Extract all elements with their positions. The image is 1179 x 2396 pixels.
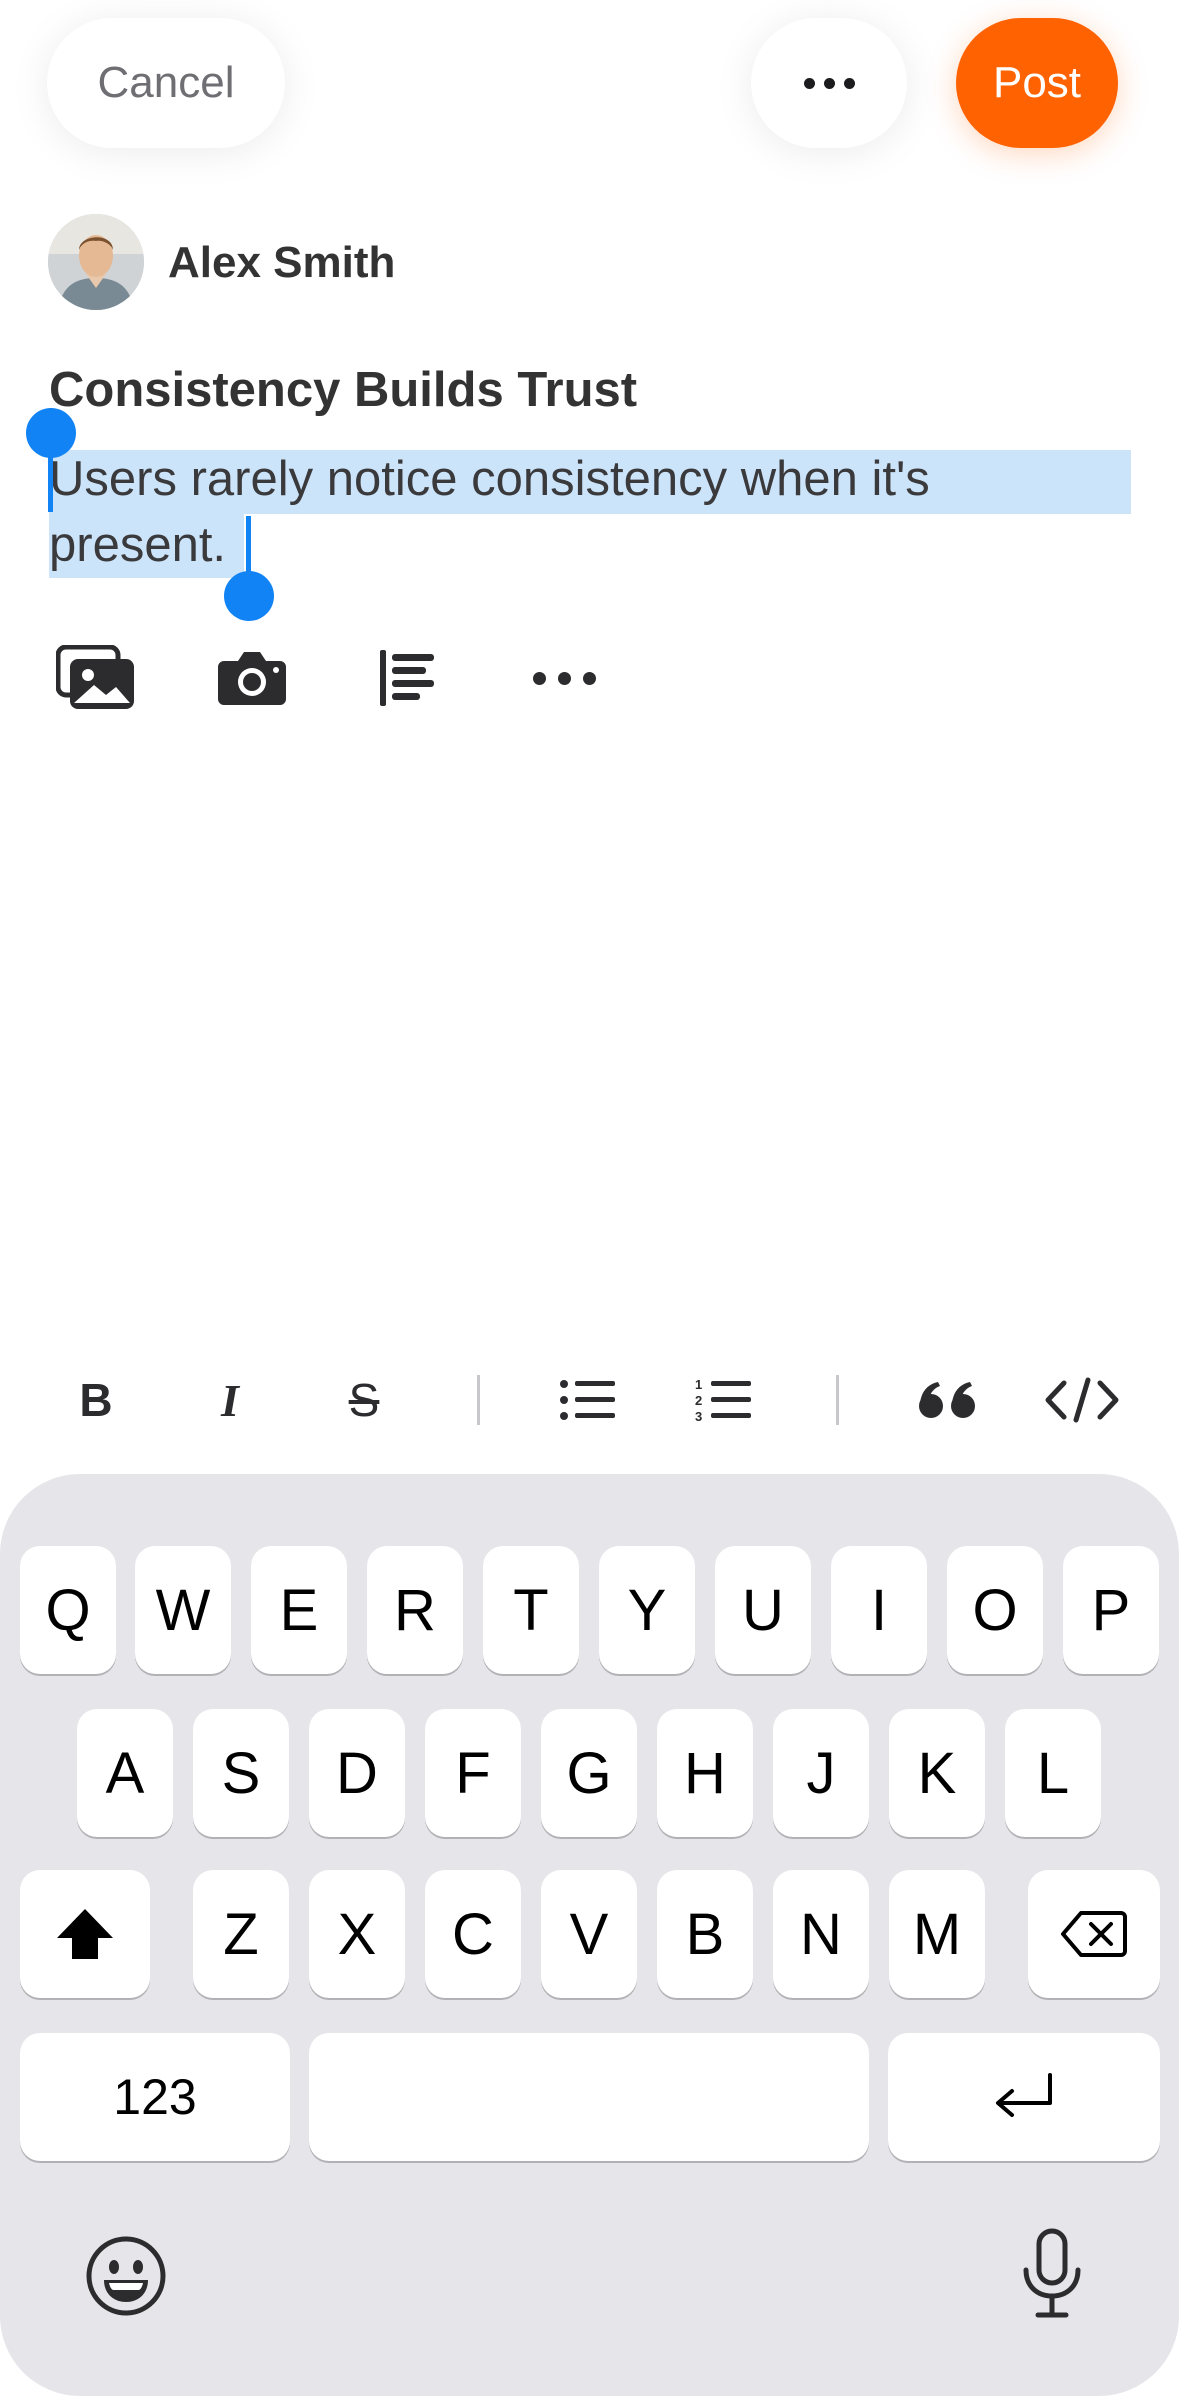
key-n[interactable]: N — [773, 1870, 869, 1998]
key-k[interactable]: K — [889, 1709, 985, 1837]
return-icon — [996, 2073, 1052, 2117]
ellipsis-icon — [803, 77, 855, 89]
key-z[interactable]: Z — [193, 1870, 289, 1998]
more-options-button[interactable] — [751, 18, 907, 148]
return-key[interactable] — [888, 2033, 1160, 2161]
key-v[interactable]: V — [541, 1870, 637, 1998]
key-e[interactable]: E — [251, 1546, 347, 1674]
backspace-icon — [1061, 1911, 1127, 1957]
shift-key[interactable] — [20, 1870, 150, 1998]
numbers-key[interactable]: 123 — [20, 2033, 290, 2161]
key-j[interactable]: J — [773, 1709, 869, 1837]
svg-text:1: 1 — [695, 1377, 702, 1392]
key-c[interactable]: C — [425, 1870, 521, 1998]
selection-start-handle[interactable] — [26, 408, 76, 458]
key-m[interactable]: M — [889, 1870, 985, 1998]
key-u[interactable]: U — [715, 1546, 811, 1674]
camera-icon[interactable] — [212, 638, 292, 718]
toolbar-divider — [477, 1375, 480, 1425]
code-icon[interactable] — [1042, 1368, 1122, 1432]
key-l[interactable]: L — [1005, 1709, 1101, 1837]
key-t[interactable]: T — [483, 1546, 579, 1674]
key-a[interactable]: A — [77, 1709, 173, 1837]
key-w[interactable]: W — [135, 1546, 231, 1674]
key-o[interactable]: O — [947, 1546, 1043, 1674]
numbered-list-icon[interactable]: 1 2 3 — [684, 1368, 764, 1432]
post-body-editor[interactable]: Users rarely notice consistency when it'… — [49, 446, 1129, 578]
author-name: Alex Smith — [168, 238, 396, 287]
italic-icon[interactable]: I — [190, 1368, 270, 1432]
post-body-line: Users rarely notice consistency when it'… — [49, 452, 930, 506]
avatar — [48, 214, 144, 310]
photo-gallery-icon[interactable] — [56, 638, 136, 718]
selection-end-handle[interactable] — [224, 571, 274, 621]
post-button[interactable]: Post — [956, 18, 1118, 148]
key-b[interactable]: B — [657, 1870, 753, 1998]
key-y[interactable]: Y — [599, 1546, 695, 1674]
quote-icon[interactable] — [908, 1368, 988, 1432]
key-s[interactable]: S — [193, 1709, 289, 1837]
key-h[interactable]: H — [657, 1709, 753, 1837]
key-f[interactable]: F — [425, 1709, 521, 1837]
backspace-key[interactable] — [1028, 1870, 1160, 1998]
key-i[interactable]: I — [831, 1546, 927, 1674]
more-icon[interactable] — [524, 638, 604, 718]
svg-text:2: 2 — [695, 1393, 702, 1408]
svg-text:3: 3 — [695, 1409, 702, 1424]
key-d[interactable]: D — [309, 1709, 405, 1837]
key-g[interactable]: G — [541, 1709, 637, 1837]
emoji-icon[interactable] — [84, 2234, 168, 2318]
bullet-list-icon[interactable] — [548, 1368, 628, 1432]
bold-icon[interactable]: B — [56, 1368, 136, 1432]
microphone-icon[interactable] — [1014, 2228, 1090, 2320]
key-x[interactable]: X — [309, 1870, 405, 1998]
post-title[interactable]: Consistency Builds Trust — [49, 362, 637, 418]
key-q[interactable]: Q — [20, 1546, 116, 1674]
cancel-button[interactable]: Cancel — [47, 18, 285, 148]
toolbar-divider — [836, 1375, 839, 1425]
space-key[interactable] — [309, 2033, 869, 2161]
align-icon[interactable] — [368, 638, 448, 718]
post-body-line: present. — [49, 518, 227, 572]
key-r[interactable]: R — [367, 1546, 463, 1674]
key-p[interactable]: P — [1063, 1546, 1159, 1674]
strikethrough-icon[interactable]: S — [324, 1368, 404, 1432]
shift-icon — [57, 1909, 113, 1959]
